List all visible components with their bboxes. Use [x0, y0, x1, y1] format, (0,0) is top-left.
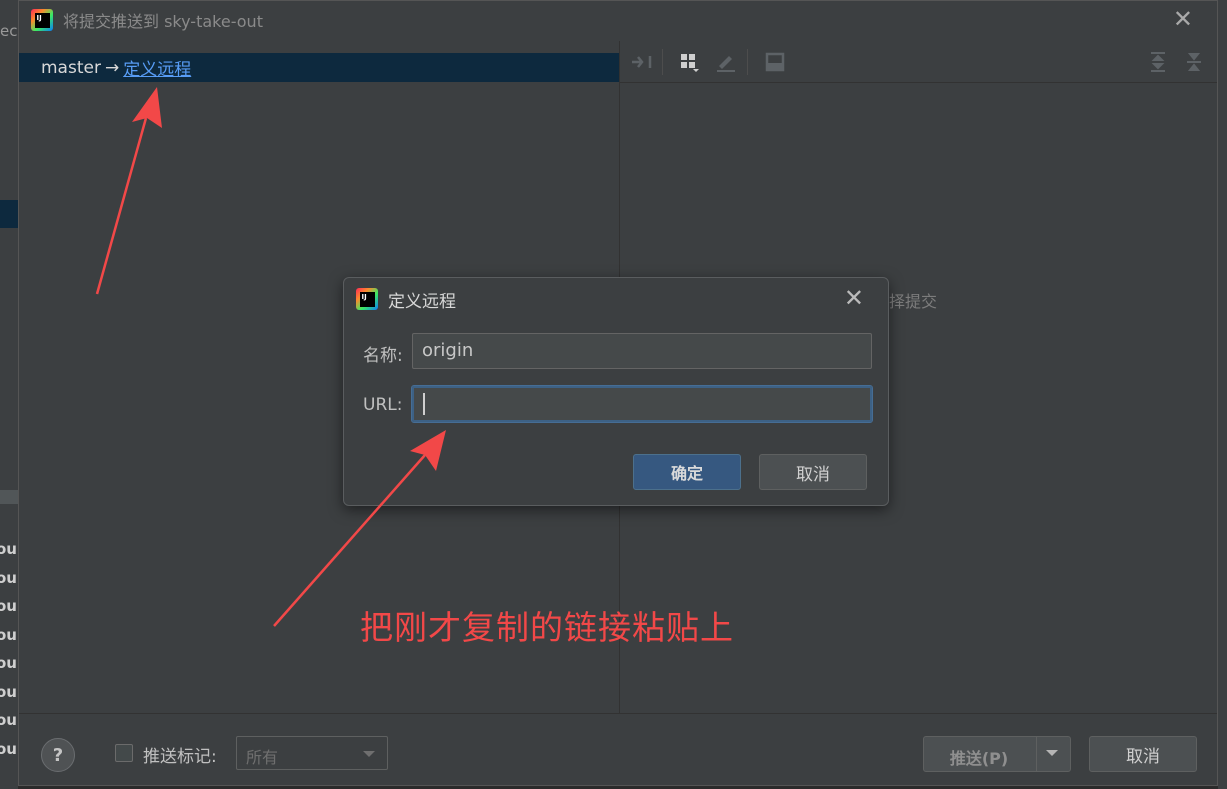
dialog-footer: ? 推送标记: 所有 推送(P) 取消	[19, 713, 1217, 785]
edit-pencil-icon[interactable]	[711, 47, 741, 77]
dialog-title: 将提交推送到 sky-take-out	[63, 12, 263, 31]
help-button[interactable]: ?	[41, 738, 75, 772]
define-remote-title: 定义远程	[388, 291, 456, 312]
push-tags-label: 推送标记:	[143, 747, 217, 767]
define-remote-link[interactable]: 定义远程	[123, 55, 191, 80]
push-options-dropdown-icon[interactable]	[1046, 750, 1058, 756]
tags-dropdown[interactable]: 所有	[236, 736, 388, 770]
push-tags-checkbox[interactable]	[115, 744, 133, 762]
logo-text: IJ	[359, 291, 375, 307]
intellij-logo-icon: IJ	[356, 288, 378, 310]
background-separator	[0, 490, 18, 504]
merge-arrows-icon[interactable]	[626, 47, 656, 77]
cancel-button[interactable]: 取消	[1089, 736, 1197, 772]
background-row: ou	[0, 711, 17, 729]
expand-all-icon[interactable]	[1143, 47, 1173, 77]
url-field[interactable]	[411, 385, 873, 423]
background-selection	[0, 200, 18, 228]
group-by-icon[interactable]	[675, 47, 705, 77]
background-row: ou	[0, 739, 17, 758]
ok-button[interactable]: 确定	[633, 454, 741, 490]
arrow-right-icon: →	[104, 57, 120, 78]
background-row: ou	[0, 682, 17, 701]
define-remote-titlebar: IJ 定义远程	[356, 287, 456, 312]
close-icon[interactable]: ✕	[844, 286, 864, 310]
toolbar-separator	[747, 48, 748, 75]
details-toolbar	[620, 41, 1217, 83]
chevron-down-icon	[363, 751, 375, 757]
push-button[interactable]: 推送(P)	[923, 736, 1071, 772]
push-button-divider	[1036, 737, 1037, 771]
branch-row[interactable]: master → 定义远程	[19, 53, 619, 82]
name-field[interactable]: origin	[412, 333, 872, 369]
collapse-all-icon[interactable]	[1179, 47, 1209, 77]
background-row: ou	[0, 625, 17, 644]
text-cursor	[423, 393, 425, 415]
toolbar-separator	[662, 48, 663, 75]
background-row: ou	[0, 654, 17, 672]
background-fragment-text: ec	[0, 22, 18, 40]
define-remote-dialog: IJ 定义远程 ✕ 名称: origin URL: 确定 取消	[343, 277, 889, 506]
name-label: 名称:	[363, 346, 403, 366]
annotation-text: 把刚才复制的链接粘贴上	[360, 608, 734, 647]
local-branch: master	[41, 57, 101, 78]
background-row: ou	[0, 568, 17, 587]
preview-panel-icon[interactable]	[760, 47, 790, 77]
background-ide-left: ec ou ou ou ou ou ou ou ou	[0, 0, 18, 789]
cancel-button[interactable]: 取消	[759, 454, 867, 490]
logo-text: IJ	[34, 12, 50, 28]
intellij-logo-icon: IJ	[31, 9, 53, 31]
toolbar-right-group	[1137, 47, 1209, 77]
background-row: ou	[0, 540, 17, 558]
close-icon[interactable]: ✕	[1173, 7, 1193, 31]
background-row: ou	[0, 597, 17, 615]
tags-dropdown-value: 所有	[246, 748, 279, 767]
dialog-titlebar: IJ 将提交推送到 sky-take-out ✕	[19, 1, 1217, 39]
push-button-label: 推送(P)	[949, 749, 1009, 768]
background-rows: ou ou ou ou ou ou ou ou	[0, 535, 18, 763]
background-ide-right	[1218, 0, 1227, 789]
url-label: URL:	[363, 395, 403, 415]
